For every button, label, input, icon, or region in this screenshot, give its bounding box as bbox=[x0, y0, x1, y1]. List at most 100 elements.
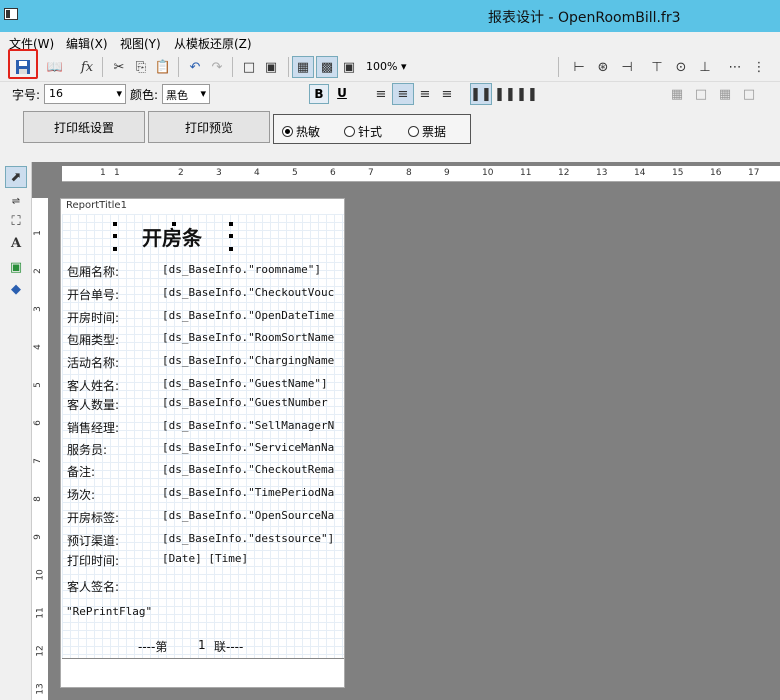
row-label[interactable]: 打印时间: bbox=[67, 552, 119, 569]
footer-left-text[interactable]: ----第 bbox=[138, 638, 167, 655]
open-book-icon[interactable]: 📖 bbox=[44, 56, 66, 78]
selection-handle[interactable] bbox=[113, 222, 117, 226]
report-title[interactable]: 开房条 bbox=[142, 222, 202, 251]
picture-icon[interactable]: ▣ bbox=[5, 256, 27, 278]
align-left-icon[interactable]: ⊢ bbox=[568, 56, 590, 78]
space-horizontal-icon[interactable]: ⋯ bbox=[724, 56, 746, 78]
menu-view[interactable]: 视图(Y) bbox=[120, 35, 161, 52]
row-label[interactable]: 客人姓名: bbox=[67, 377, 119, 394]
underline-button[interactable]: U bbox=[332, 84, 352, 104]
barcode3-icon[interactable]: ❚❚ bbox=[516, 83, 538, 105]
row-field[interactable]: [ds_BaseInfo."ServiceManNa bbox=[162, 441, 338, 454]
barcode2-icon[interactable]: ❚❚ bbox=[494, 83, 516, 105]
row-field[interactable]: [ds_BaseInfo."CheckoutRema bbox=[162, 463, 338, 476]
database-icon[interactable]: ⛶ bbox=[5, 210, 27, 232]
text-center-icon[interactable]: ≡ bbox=[392, 83, 414, 105]
footer-right-text[interactable]: 联---- bbox=[214, 638, 243, 655]
selection-handle[interactable] bbox=[229, 234, 233, 238]
row-label[interactable]: 销售经理: bbox=[67, 419, 119, 436]
row-field[interactable]: [ds_BaseInfo."CheckoutVouc bbox=[162, 286, 338, 299]
reprint-flag-field[interactable]: "RePrintFlag" bbox=[66, 605, 152, 618]
row-label[interactable]: 开台单号: bbox=[67, 286, 119, 303]
function-icon[interactable]: fx bbox=[76, 56, 98, 78]
footer-copy-number[interactable]: 1 bbox=[198, 638, 206, 652]
copy-icon[interactable]: ⎘ bbox=[130, 56, 152, 78]
barcode-icon[interactable]: ❚❚ bbox=[470, 83, 492, 105]
text-justify-icon[interactable]: ≡ bbox=[436, 83, 458, 105]
space-vertical-icon[interactable]: ⋮ bbox=[748, 56, 770, 78]
border-inner-icon[interactable]: ▦ bbox=[714, 83, 736, 105]
row-field[interactable]: [ds_BaseInfo."roomname"] bbox=[162, 263, 338, 276]
ruler-tick-label: 13 bbox=[35, 683, 46, 695]
bold-button[interactable]: B bbox=[309, 84, 329, 104]
zoom-select[interactable]: 100% ▾ bbox=[366, 60, 406, 73]
separator bbox=[288, 57, 289, 77]
row-field[interactable]: [ds_BaseInfo."RoomSortName bbox=[162, 331, 338, 344]
row-field[interactable]: [ds_BaseInfo."TimePeriodNa bbox=[162, 486, 338, 499]
guest-sign-label[interactable]: 客人签名: bbox=[67, 578, 119, 595]
undo-icon[interactable]: ↶ bbox=[184, 56, 206, 78]
row-field[interactable]: [ds_BaseInfo."ChargingName bbox=[162, 354, 338, 367]
ungroup-icon[interactable]: ▣ bbox=[260, 56, 282, 78]
row-label[interactable]: 场次: bbox=[67, 486, 95, 503]
ruler-tick-label: 3 bbox=[32, 306, 43, 312]
row-label[interactable]: 活动名称: bbox=[67, 354, 119, 371]
row-field[interactable]: [ds_BaseInfo."OpenSourceNa bbox=[162, 509, 338, 522]
row-field[interactable]: [Date] [Time] bbox=[162, 552, 338, 565]
row-label[interactable]: 客人数量: bbox=[67, 396, 119, 413]
ruler-tick-label: 2 bbox=[178, 168, 184, 178]
align-bottom-icon[interactable]: ⊥ bbox=[694, 56, 716, 78]
selection-handle[interactable] bbox=[113, 234, 117, 238]
row-field[interactable]: [ds_BaseInfo."SellManagerN bbox=[162, 419, 338, 432]
align-middle-icon[interactable]: ⊙ bbox=[670, 56, 692, 78]
group-icon[interactable]: □ bbox=[238, 56, 260, 78]
row-field[interactable]: [ds_BaseInfo."destsource"] bbox=[162, 532, 338, 545]
band-divider bbox=[62, 658, 344, 659]
text-tool-icon[interactable]: A bbox=[5, 232, 27, 254]
font-size-select[interactable]: 16 ▾ bbox=[44, 84, 126, 104]
band-icon[interactable]: ⇌ bbox=[5, 190, 27, 212]
print-setup-button[interactable]: 打印纸设置 bbox=[23, 111, 145, 143]
ruler-tick-label: 4 bbox=[254, 168, 260, 178]
border-all-icon[interactable]: ▦ bbox=[666, 83, 688, 105]
selection-handle[interactable] bbox=[229, 222, 233, 226]
row-field[interactable]: [ds_BaseInfo."OpenDateTime bbox=[162, 309, 338, 322]
row-label[interactable]: 预订渠道: bbox=[67, 532, 119, 549]
shapes-icon[interactable]: ◆ bbox=[5, 278, 27, 300]
text-left-icon[interactable]: ≡ bbox=[370, 83, 392, 105]
radio-thermal[interactable]: 热敏 bbox=[282, 123, 320, 140]
snap-grid-icon[interactable]: ▩ bbox=[316, 56, 338, 78]
redo-icon[interactable]: ↷ bbox=[206, 56, 228, 78]
align-top-icon[interactable]: ⊤ bbox=[646, 56, 668, 78]
color-select[interactable]: 黑色 ▾ bbox=[162, 84, 210, 104]
align-right-icon[interactable]: ⊣ bbox=[616, 56, 638, 78]
paste-icon[interactable]: 📋 bbox=[152, 56, 174, 78]
row-label[interactable]: 服务员: bbox=[67, 441, 107, 458]
menu-edit[interactable]: 编辑(X) bbox=[66, 35, 108, 52]
radio-receipt[interactable]: 票据 bbox=[408, 123, 446, 140]
menu-restore-template[interactable]: 从模板还原(Z) bbox=[174, 35, 252, 52]
print-preview-button[interactable]: 打印预览 bbox=[148, 111, 270, 143]
pointer-icon[interactable]: ⬈ bbox=[5, 166, 27, 188]
cut-icon[interactable]: ✂ bbox=[108, 56, 130, 78]
row-field[interactable]: [ds_BaseInfo."GuestNumber bbox=[162, 396, 338, 409]
grid-icon[interactable]: ▦ bbox=[292, 56, 314, 78]
radio-dot-matrix[interactable]: 针式 bbox=[344, 123, 382, 140]
row-label[interactable]: 包厢名称: bbox=[67, 263, 119, 280]
selection-handle[interactable] bbox=[229, 247, 233, 251]
save-highlight bbox=[8, 49, 38, 79]
row-field[interactable]: [ds_BaseInfo."GuestName"] bbox=[162, 377, 338, 390]
ruler-tick-label: 8 bbox=[406, 168, 412, 178]
align-center-icon[interactable]: ⊛ bbox=[592, 56, 614, 78]
fit-icon[interactable]: ▣ bbox=[338, 56, 360, 78]
row-label[interactable]: 包厢类型: bbox=[67, 331, 119, 348]
row-label[interactable]: 备注: bbox=[67, 463, 95, 480]
separator bbox=[232, 57, 233, 77]
row-label[interactable]: 开房标签: bbox=[67, 509, 119, 526]
border-none-icon[interactable]: □ bbox=[738, 83, 760, 105]
row-label[interactable]: 开房时间: bbox=[67, 309, 119, 326]
border-outer-icon[interactable]: □ bbox=[690, 83, 712, 105]
text-right-icon[interactable]: ≡ bbox=[414, 83, 436, 105]
selection-handle[interactable] bbox=[172, 222, 176, 226]
selection-handle[interactable] bbox=[113, 247, 117, 251]
